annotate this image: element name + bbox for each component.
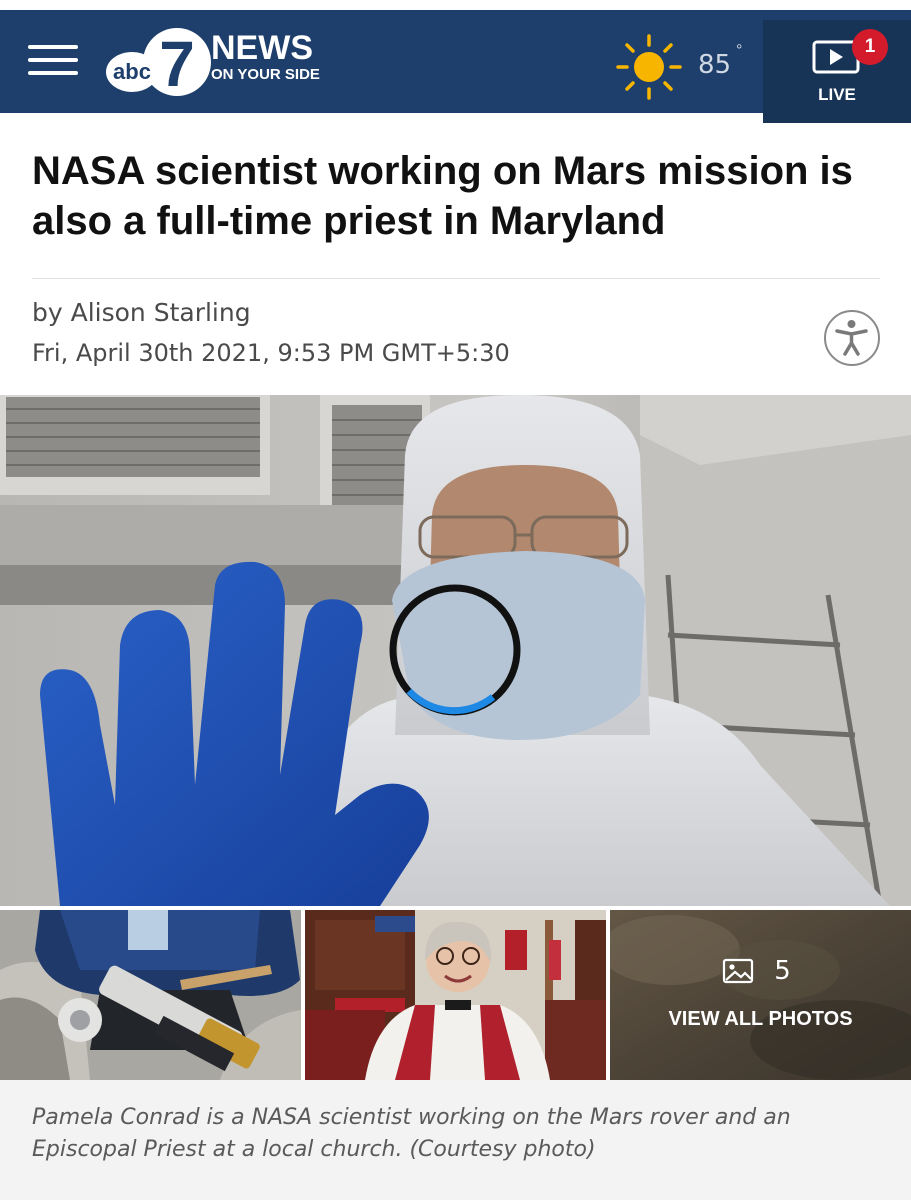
status-spacer — [0, 0, 911, 10]
hero-photo[interactable] — [0, 395, 911, 906]
accessibility-icon — [835, 320, 868, 356]
abc7-news-logo[interactable]: 7 abc NEWS ON YOUR SIDE — [105, 24, 335, 102]
article-date: Fri, April 30th 2021, 9:53 PM GMT+5:30 — [32, 339, 510, 367]
blurred-photo-background — [610, 910, 911, 1080]
view-all-photos-tile[interactable]: 5 VIEW ALL PHOTOS — [610, 910, 911, 1080]
headline-divider — [32, 278, 880, 279]
photo-count: 5 — [774, 956, 791, 986]
view-all-photos-button[interactable]: VIEW ALL PHOTOS — [610, 1008, 911, 1031]
live-video-icon — [812, 40, 860, 74]
photo-thumbnails: 5 VIEW ALL PHOTOS — [0, 910, 911, 1080]
logo-tagline: ON YOUR SIDE — [211, 66, 320, 83]
photo-priest — [305, 910, 606, 1080]
hero-photo-scientist — [0, 395, 911, 906]
notification-badge: 1 — [852, 29, 888, 65]
live-label: LIVE — [818, 85, 856, 104]
hamburger-menu-icon[interactable] — [28, 43, 78, 79]
accessibility-button[interactable] — [824, 310, 880, 366]
photo-rover-instrument — [0, 910, 301, 1080]
thumbnail-priest-portrait[interactable] — [305, 910, 606, 1080]
degree-symbol: ° — [736, 42, 743, 59]
photo-caption: Pamela Conrad is a NASA scientist workin… — [32, 1105, 791, 1162]
abc7-logo-mark: 7 abc — [106, 28, 211, 100]
weather-widget[interactable]: 85 ° — [614, 32, 754, 102]
logo-news-text: NEWS — [211, 29, 313, 67]
article-headline: NASA scientist working on Mars mission i… — [32, 149, 853, 243]
svg-text:abc: abc — [113, 59, 151, 84]
thumbnail-rover-scientist[interactable] — [0, 910, 301, 1080]
photo-caption-area: Pamela Conrad is a NASA scientist workin… — [0, 1080, 911, 1200]
svg-text:7: 7 — [159, 28, 195, 100]
article-byline: by Alison Starling — [32, 298, 251, 327]
sun-icon — [616, 34, 682, 100]
site-header: 7 abc NEWS ON YOUR SIDE 85 ° LIVE 1 — [0, 10, 911, 123]
live-button[interactable]: LIVE — [763, 20, 911, 123]
temperature-value: 85 — [698, 50, 732, 80]
